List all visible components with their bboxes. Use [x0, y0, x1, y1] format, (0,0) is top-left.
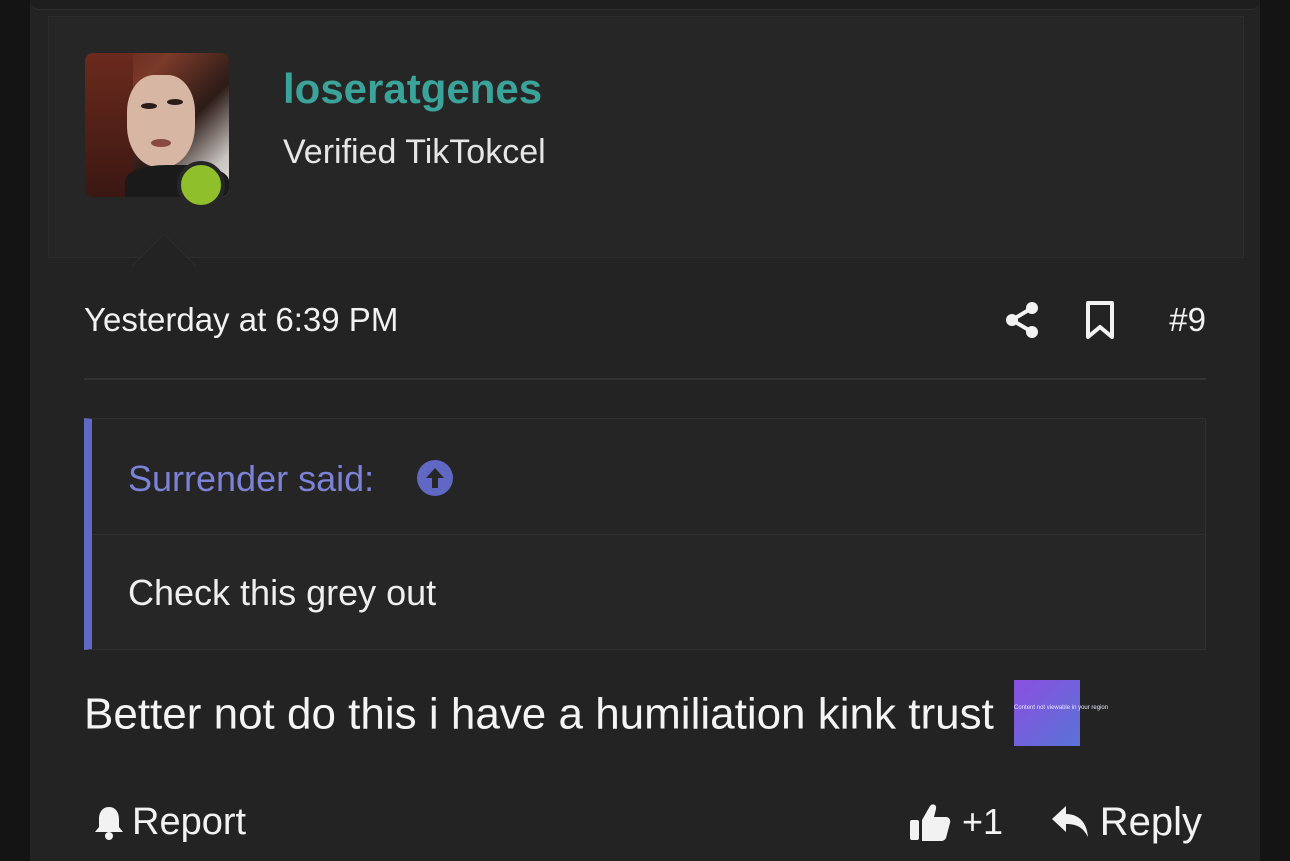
user-info-block: loseratgenes Verified TikTokcel: [48, 16, 1244, 299]
like-count: +1: [962, 801, 1004, 842]
post-message-text: Better not do this i have a humiliation …: [84, 689, 994, 739]
reply-arrow-icon: [1051, 806, 1088, 837]
bookmark-icon[interactable]: [1082, 300, 1118, 340]
username-link[interactable]: loseratgenes: [283, 65, 542, 113]
reply-label: Reply: [1099, 799, 1202, 844]
avatar-container[interactable]: [85, 53, 229, 209]
report-button[interactable]: Report: [92, 794, 246, 850]
bell-icon: [95, 807, 123, 840]
reaction-image: Content not viewable in your region: [1014, 680, 1108, 746]
online-status-indicator: [177, 161, 225, 209]
right-gutter: [1260, 0, 1290, 861]
user-block-pointer: [131, 233, 197, 299]
quote-content: Check this grey out: [128, 572, 437, 613]
arrow-up-circle-icon[interactable]: [416, 459, 454, 497]
share-icon[interactable]: [1002, 300, 1042, 340]
left-gutter: [0, 0, 30, 861]
post-meta-row: Yesterday at 6:39 PM #9: [84, 296, 1206, 344]
post-actions: Report +1 Reply: [84, 790, 1206, 854]
previous-post-edge: [30, 0, 1260, 10]
thumbs-up-icon: [910, 804, 951, 841]
post-number-link[interactable]: #9: [1169, 296, 1206, 344]
reply-button[interactable]: Reply: [1050, 794, 1202, 850]
user-title: Verified TikTokcel: [283, 133, 546, 171]
post-timestamp[interactable]: Yesterday at 6:39 PM: [84, 296, 398, 344]
forum-post: loseratgenes Verified TikTokcel Yesterda…: [30, 0, 1260, 861]
post-message: Better not do this i have a humiliation …: [84, 680, 1108, 750]
meta-divider: [84, 378, 1206, 380]
quote-block: Surrender said: Check this grey out: [84, 418, 1206, 650]
quote-header: Surrender said:: [92, 419, 1205, 535]
report-label: Report: [132, 800, 247, 843]
quote-author-link[interactable]: Surrender said:: [128, 457, 374, 501]
like-button[interactable]: +1: [908, 794, 1003, 850]
